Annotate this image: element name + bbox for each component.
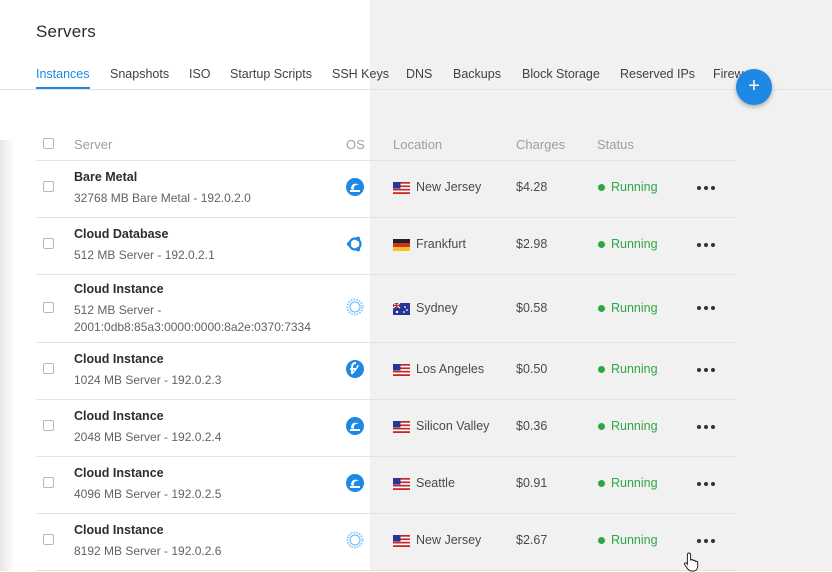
add-server-button[interactable]: + — [736, 69, 772, 105]
status-dot — [598, 184, 605, 191]
plus-icon: + — [748, 75, 760, 97]
table-row[interactable]: Cloud Instance 512 MB Server - 2001:0db8… — [0, 274, 832, 342]
server-name[interactable]: Bare Metal — [74, 170, 137, 184]
status-label: Running — [611, 301, 658, 315]
server-desc: 8192 MB Server - 192.0.2.6 — [74, 544, 222, 558]
tab-bar: Instances Snapshots ISO Startup Scripts … — [36, 67, 772, 89]
server-desc: 32768 MB Bare Metal - 192.0.2.0 — [74, 191, 251, 205]
us-flag-icon — [393, 421, 410, 433]
au-flag-icon — [393, 303, 410, 315]
status-label: Running — [611, 180, 658, 194]
charges-value: $2.98 — [516, 237, 548, 251]
charges-value: $0.91 — [516, 476, 548, 490]
charges-value: $0.58 — [516, 301, 548, 315]
us-flag-icon — [393, 535, 410, 547]
server-name[interactable]: Cloud Instance — [74, 352, 164, 366]
status-label: Running — [611, 237, 658, 251]
server-name[interactable]: Cloud Instance — [74, 523, 164, 537]
table-row[interactable]: Cloud Instance 1024 MB Server - 192.0.2.… — [0, 342, 832, 399]
tabs-divider — [0, 89, 832, 90]
location-label: Sydney — [416, 301, 458, 315]
table-row[interactable]: Cloud Instance 4096 MB Server - 192.0.2.… — [0, 456, 832, 513]
status-dot — [598, 480, 605, 487]
server-desc: 2048 MB Server - 192.0.2.4 — [74, 430, 222, 444]
table-row[interactable]: Cloud Instance 8192 MB Server - 192.0.2.… — [0, 513, 832, 570]
table-row[interactable]: Cloud Database 512 MB Server - 192.0.2.1… — [0, 217, 832, 274]
status-dot — [598, 366, 605, 373]
header-status[interactable]: Status — [597, 137, 634, 152]
row-checkbox[interactable] — [43, 420, 54, 431]
status-label: Running — [611, 419, 658, 433]
status-dot — [598, 537, 605, 544]
more-options-icon[interactable] — [696, 479, 716, 489]
more-options-icon[interactable] — [696, 422, 716, 432]
server-desc: 512 MB Server - 2001:0db8:85a3:0000:0000… — [74, 303, 311, 334]
hand-cursor-icon — [683, 552, 699, 572]
server-name[interactable]: Cloud Instance — [74, 282, 164, 296]
de-flag-icon — [393, 239, 410, 251]
row-checkbox[interactable] — [43, 302, 54, 313]
debian-icon — [346, 474, 364, 492]
us-flag-icon — [393, 478, 410, 490]
location-label: Frankfurt — [416, 237, 467, 251]
tab-dns[interactable]: DNS — [406, 67, 432, 81]
location-label: New Jersey — [416, 180, 482, 194]
server-desc: 4096 MB Server - 192.0.2.5 — [74, 487, 222, 501]
location-label: New Jersey — [416, 533, 482, 547]
status-dot — [598, 305, 605, 312]
status-dot — [598, 423, 605, 430]
tab-snapshots[interactable]: Snapshots — [110, 67, 169, 81]
status-dot — [598, 241, 605, 248]
gear-os-icon — [346, 531, 364, 549]
status-label: Running — [611, 533, 658, 547]
server-name[interactable]: Cloud Instance — [74, 409, 164, 423]
server-desc: 1024 MB Server - 192.0.2.3 — [74, 373, 222, 387]
server-name[interactable]: Cloud Database — [74, 227, 168, 241]
header-location[interactable]: Location — [393, 137, 442, 152]
us-flag-icon — [393, 364, 410, 376]
debian-icon — [346, 178, 364, 196]
location-label: Los Angeles — [416, 362, 485, 376]
row-checkbox[interactable] — [43, 363, 54, 374]
gear-os-icon — [346, 298, 364, 316]
table-row[interactable]: Cloud Instance 2048 MB Server - 192.0.2.… — [0, 399, 832, 456]
tab-block-storage[interactable]: Block Storage — [522, 67, 600, 81]
tab-startup-scripts[interactable]: Startup Scripts — [230, 67, 312, 81]
row-checkbox[interactable] — [43, 477, 54, 488]
row-checkbox[interactable] — [43, 181, 54, 192]
header-server[interactable]: Server — [74, 137, 112, 152]
ubuntu-icon — [346, 236, 362, 252]
row-checkbox[interactable] — [43, 534, 54, 545]
tab-iso[interactable]: ISO — [189, 67, 211, 81]
more-options-icon[interactable] — [696, 536, 716, 546]
charges-value: $4.28 — [516, 180, 548, 194]
row-checkbox[interactable] — [43, 238, 54, 249]
charges-value: $0.50 — [516, 362, 548, 376]
charges-value: $2.67 — [516, 533, 548, 547]
table-row[interactable]: Bare Metal 32768 MB Bare Metal - 192.0.2… — [0, 160, 832, 217]
server-name[interactable]: Cloud Instance — [74, 466, 164, 480]
more-options-icon[interactable] — [696, 303, 716, 313]
header-os[interactable]: OS — [346, 137, 365, 152]
debian-icon — [346, 417, 364, 435]
more-options-icon[interactable] — [696, 183, 716, 193]
status-label: Running — [611, 362, 658, 376]
charges-value: $0.36 — [516, 419, 548, 433]
header-charges[interactable]: Charges — [516, 137, 565, 152]
us-flag-icon — [393, 182, 410, 194]
tab-instances[interactable]: Instances — [36, 67, 90, 81]
location-label: Silicon Valley — [416, 419, 490, 433]
page-title: Servers — [36, 22, 96, 41]
select-all-checkbox[interactable] — [43, 138, 54, 149]
server-desc: 512 MB Server - 192.0.2.1 — [74, 248, 215, 262]
tab-ssh-keys[interactable]: SSH Keys — [332, 67, 389, 81]
more-options-icon[interactable] — [696, 365, 716, 375]
fedora-icon — [346, 360, 364, 378]
status-label: Running — [611, 476, 658, 490]
tab-backups[interactable]: Backups — [453, 67, 501, 81]
more-options-icon[interactable] — [696, 240, 716, 250]
location-label: Seattle — [416, 476, 455, 490]
tab-reserved-ips[interactable]: Reserved IPs — [620, 67, 695, 81]
